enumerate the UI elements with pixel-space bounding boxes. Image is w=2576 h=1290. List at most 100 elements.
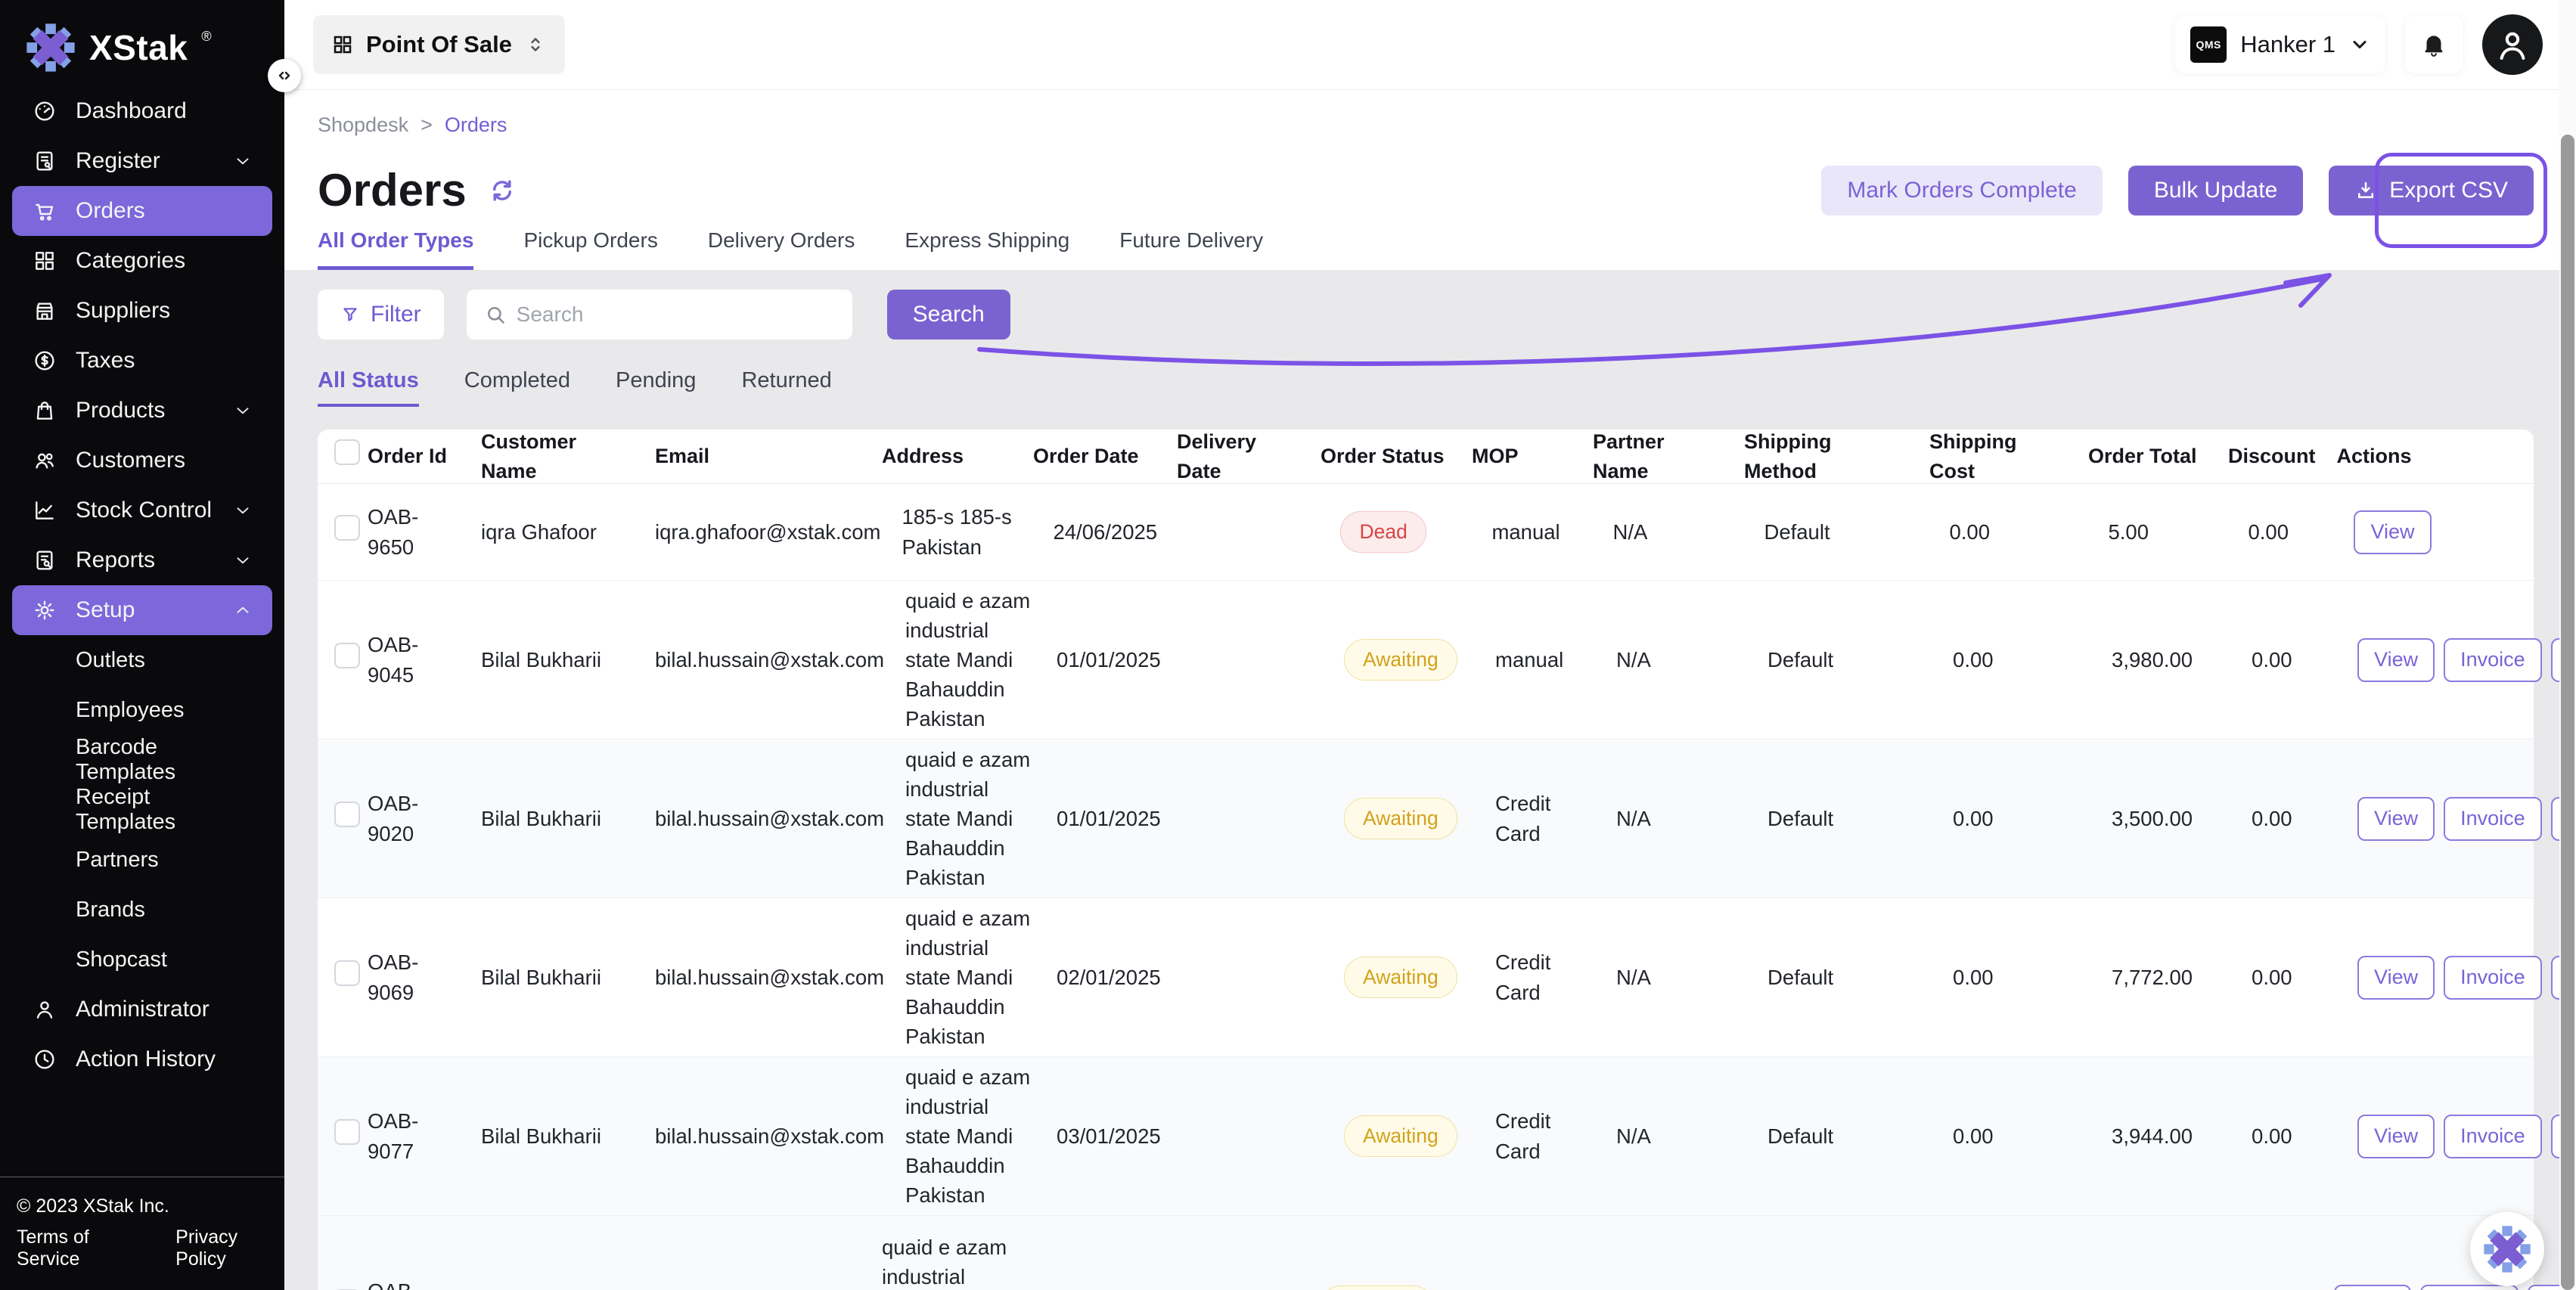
column-header: Customer Name [481, 427, 655, 485]
sidebar-item-partners[interactable]: Partners [12, 835, 272, 885]
filter-button[interactable]: Filter [318, 290, 444, 340]
footer-link-terms-of-service[interactable]: Terms of Service [17, 1226, 147, 1270]
page-scrollbar[interactable] [2559, 0, 2576, 1290]
sidebar-item-shopcast[interactable]: Shopcast [12, 935, 272, 985]
sidebar-item-setup[interactable]: Setup [12, 585, 272, 635]
invoice-order-button[interactable]: Invoice [2444, 638, 2542, 682]
cell-shipping-method: Default [1768, 804, 1953, 833]
reports-icon [32, 547, 57, 573]
cell-partner: N/A [1616, 1121, 1768, 1151]
sidebar-item-outlets[interactable]: Outlets [12, 635, 272, 685]
order-id-line: 9650 [368, 532, 460, 562]
breadcrumb-parent[interactable]: Shopdesk [318, 113, 408, 137]
sidebar-item-label: Stock Control [76, 498, 212, 523]
sidebar-item-employees[interactable]: Employees [12, 685, 272, 735]
invoice-order-button[interactable]: Invoice [2444, 956, 2542, 1000]
view-order-button[interactable]: View [2357, 638, 2435, 682]
sidebar-nav: Dashboard RegisterOrdersCategoriesSupplie… [0, 83, 284, 1084]
brand-logo: XStak ® [0, 0, 284, 83]
store-icon [32, 298, 57, 324]
search-button[interactable]: Search [887, 290, 1010, 340]
cell-shipping-method: Default [1768, 645, 1953, 674]
tab-delivery-orders[interactable]: Delivery Orders [708, 228, 855, 270]
row-checkbox[interactable] [334, 960, 360, 986]
scrollbar-thumb[interactable] [2561, 135, 2574, 1290]
sidebar-item-label: Receipt Templates [76, 785, 253, 835]
person-icon [32, 997, 57, 1022]
sidebar-collapse-toggle[interactable] [268, 59, 301, 92]
cell-status: Awaiting [1344, 639, 1495, 681]
cell-email: bilal.hussain@xstak.com [655, 963, 905, 992]
sidebar-item-products[interactable]: Products [12, 386, 272, 436]
cell-customer: Bilal Bukharii [481, 963, 655, 992]
table-row: OAB-9077Bilal Bukhariibilal.hussain@xsta… [318, 1057, 2534, 1216]
sidebar-item-administrator[interactable]: Administrator [12, 985, 272, 1034]
sidebar-item-suppliers[interactable]: Suppliers [12, 286, 272, 336]
status-tab-completed[interactable]: Completed [464, 368, 570, 407]
cell-customer: Bilal Bukharii [481, 1121, 655, 1151]
row-checkbox[interactable] [334, 802, 360, 827]
cart-icon [32, 198, 57, 224]
column-header: Shipping Method [1744, 427, 1929, 485]
tab-all-order-types[interactable]: All Order Types [318, 228, 473, 270]
cell-address: quaid e azam industrial state Mandi Baha… [905, 904, 1057, 1051]
code-toggle-icon [275, 67, 293, 85]
bulk-update-button[interactable]: Bulk Update [2128, 166, 2303, 216]
row-checkbox-cell [318, 802, 368, 835]
sidebar-item-receipt-templates[interactable]: Receipt Templates [12, 785, 272, 835]
status-tabs: All Status Completed Pending Returned [318, 368, 2576, 407]
cell-order-date: 01/01/2025 [1057, 804, 1200, 833]
view-order-button[interactable]: View [2334, 1285, 2411, 1290]
view-order-button[interactable]: View [2357, 956, 2435, 1000]
cell-partner: N/A [1616, 645, 1768, 674]
sidebar-item-label: Taxes [76, 348, 135, 374]
order-id-line: 9020 [368, 819, 460, 848]
row-checkbox[interactable] [334, 515, 360, 541]
app-switcher[interactable]: Point Of Sale [313, 15, 565, 74]
sidebar-item-label: Customers [76, 448, 185, 473]
status-tab-pending[interactable]: Pending [616, 368, 696, 407]
download-icon [2354, 179, 2377, 202]
sidebar-item-label: Dashboard [76, 98, 187, 124]
cell-id: OAB-9650 [368, 502, 481, 561]
row-checkbox[interactable] [334, 643, 360, 668]
column-header: MOP [1472, 442, 1593, 470]
order-status-badge: Awaiting [1344, 798, 1457, 840]
view-order-button[interactable]: View [2357, 797, 2435, 841]
notifications-button[interactable] [2405, 16, 2463, 73]
sidebar-item-customers[interactable]: Customers [12, 436, 272, 485]
mark-orders-complete-button[interactable]: Mark Orders Complete [1821, 166, 2102, 216]
breadcrumb-current[interactable]: Orders [445, 113, 507, 137]
sidebar-item-orders[interactable]: Orders [12, 186, 272, 236]
sidebar-item-brands[interactable]: Brands [12, 885, 272, 935]
refresh-icon[interactable] [488, 176, 517, 205]
invoice-order-button[interactable]: Invoice [2444, 1115, 2542, 1158]
cell-status: Awaiting [1344, 1115, 1495, 1158]
store-selector[interactable]: QMS Hanker 1 [2175, 16, 2385, 73]
search-input[interactable] [517, 302, 834, 327]
export-csv-button[interactable]: Export CSV [2329, 166, 2534, 216]
select-all-checkbox[interactable] [334, 439, 360, 465]
footer-link-privacy-policy[interactable]: Privacy Policy [175, 1226, 284, 1270]
row-checkbox[interactable] [334, 1119, 360, 1145]
sidebar-item-stock-control[interactable]: Stock Control [12, 485, 272, 535]
sidebar-item-action-history[interactable]: Action History [12, 1034, 272, 1084]
sidebar-item-barcode-templates[interactable]: Barcode Templates [12, 735, 272, 785]
view-order-button[interactable]: View [2357, 1115, 2435, 1158]
tab-future-delivery[interactable]: Future Delivery [1119, 228, 1263, 270]
cell-email: bilal.hussain@xstak.com [655, 804, 905, 833]
tab-express-shipping[interactable]: Express Shipping [905, 228, 1069, 270]
tab-pickup-orders[interactable]: Pickup Orders [523, 228, 657, 270]
status-tab-returned[interactable]: Returned [741, 368, 831, 407]
sidebar-item-taxes[interactable]: Taxes [12, 336, 272, 386]
chevron-down-icon [233, 151, 253, 171]
user-avatar[interactable] [2482, 14, 2543, 75]
sidebar-item-dashboard[interactable]: Dashboard [12, 86, 272, 136]
sidebar-item-categories[interactable]: Categories [12, 236, 272, 286]
view-order-button[interactable]: View [2354, 510, 2431, 554]
sidebar-item-reports[interactable]: Reports [12, 535, 272, 585]
xstak-floating-button[interactable] [2470, 1212, 2544, 1286]
sidebar-item-register[interactable]: Register [12, 136, 272, 186]
status-tab-all-status[interactable]: All Status [318, 368, 419, 407]
invoice-order-button[interactable]: Invoice [2444, 797, 2542, 841]
